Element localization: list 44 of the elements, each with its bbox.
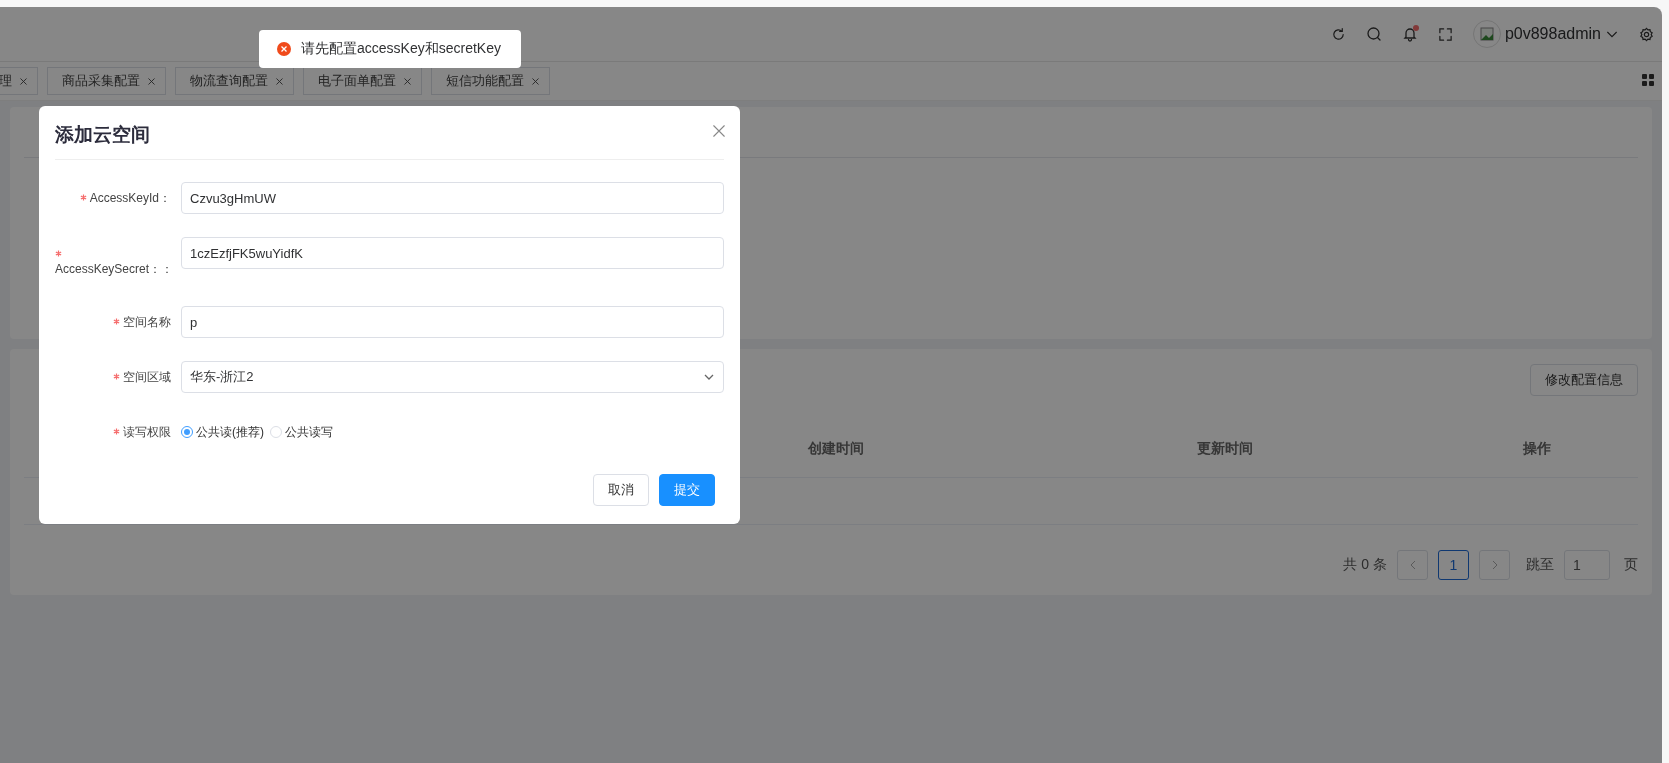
- search-icon[interactable]: [1365, 26, 1382, 42]
- text-field[interactable]: 1czEzfjFK5wuYidfK: [181, 237, 724, 269]
- page-suffix: 页: [1624, 556, 1638, 574]
- page-tab[interactable]: 电子面单配置: [303, 67, 422, 95]
- chevron-right-icon: [1490, 560, 1499, 570]
- close-icon[interactable]: [274, 75, 285, 87]
- close-icon[interactable]: [530, 75, 541, 87]
- page-jump-field[interactable]: 1: [1564, 550, 1610, 580]
- radio-option[interactable]: 公共读(推荐): [181, 423, 264, 441]
- dialog-title: 添加云空间: [55, 122, 150, 147]
- username[interactable]: p0v898admin: [1504, 25, 1601, 43]
- radio-option[interactable]: 公共读写: [270, 423, 333, 441]
- cancel-button[interactable]: 取消: [593, 474, 649, 506]
- submit-button[interactable]: 提交: [659, 474, 715, 506]
- close-icon[interactable]: [712, 123, 726, 138]
- field-label: 读写权限: [123, 424, 171, 439]
- page-tab[interactable]: 商品采集配置: [47, 67, 166, 95]
- page-tab[interactable]: 短信功能配置: [431, 67, 550, 95]
- page-tab[interactable]: 物流查询配置: [175, 67, 294, 95]
- total-count: 共 0 条: [1343, 556, 1387, 574]
- text-field[interactable]: p: [181, 306, 724, 338]
- close-icon[interactable]: [18, 75, 29, 87]
- settings-icon[interactable]: [1639, 26, 1654, 42]
- field-label: 空间名称: [123, 314, 171, 329]
- text-field[interactable]: Czvu3gHmUW: [181, 182, 724, 214]
- column-header: 更新时间: [1197, 440, 1253, 458]
- grid-menu-icon[interactable]: [1642, 74, 1654, 86]
- error-icon: [277, 42, 291, 56]
- message-text: 请先配置accessKey和secretKey: [301, 40, 501, 58]
- edit-config-button[interactable]: 修改配置信息: [1530, 364, 1638, 396]
- column-header: 创建时间: [808, 440, 864, 458]
- refresh-icon[interactable]: [1330, 26, 1346, 42]
- jump-label: 跳至: [1526, 556, 1554, 574]
- close-icon[interactable]: [402, 75, 413, 87]
- region-select[interactable]: 华东-浙江2: [181, 361, 724, 393]
- fullscreen-icon[interactable]: [1437, 26, 1453, 42]
- close-icon[interactable]: [146, 75, 157, 87]
- column-header: 操作: [1523, 440, 1551, 458]
- chevron-left-icon: [1408, 560, 1417, 570]
- field-label: 空间区域: [123, 369, 171, 384]
- page-number[interactable]: 1: [1438, 550, 1469, 580]
- field-label: AccessKeyId：: [89, 190, 171, 205]
- field-label: AccessKeySecret：：: [55, 262, 174, 276]
- bell-icon[interactable]: [1401, 26, 1418, 42]
